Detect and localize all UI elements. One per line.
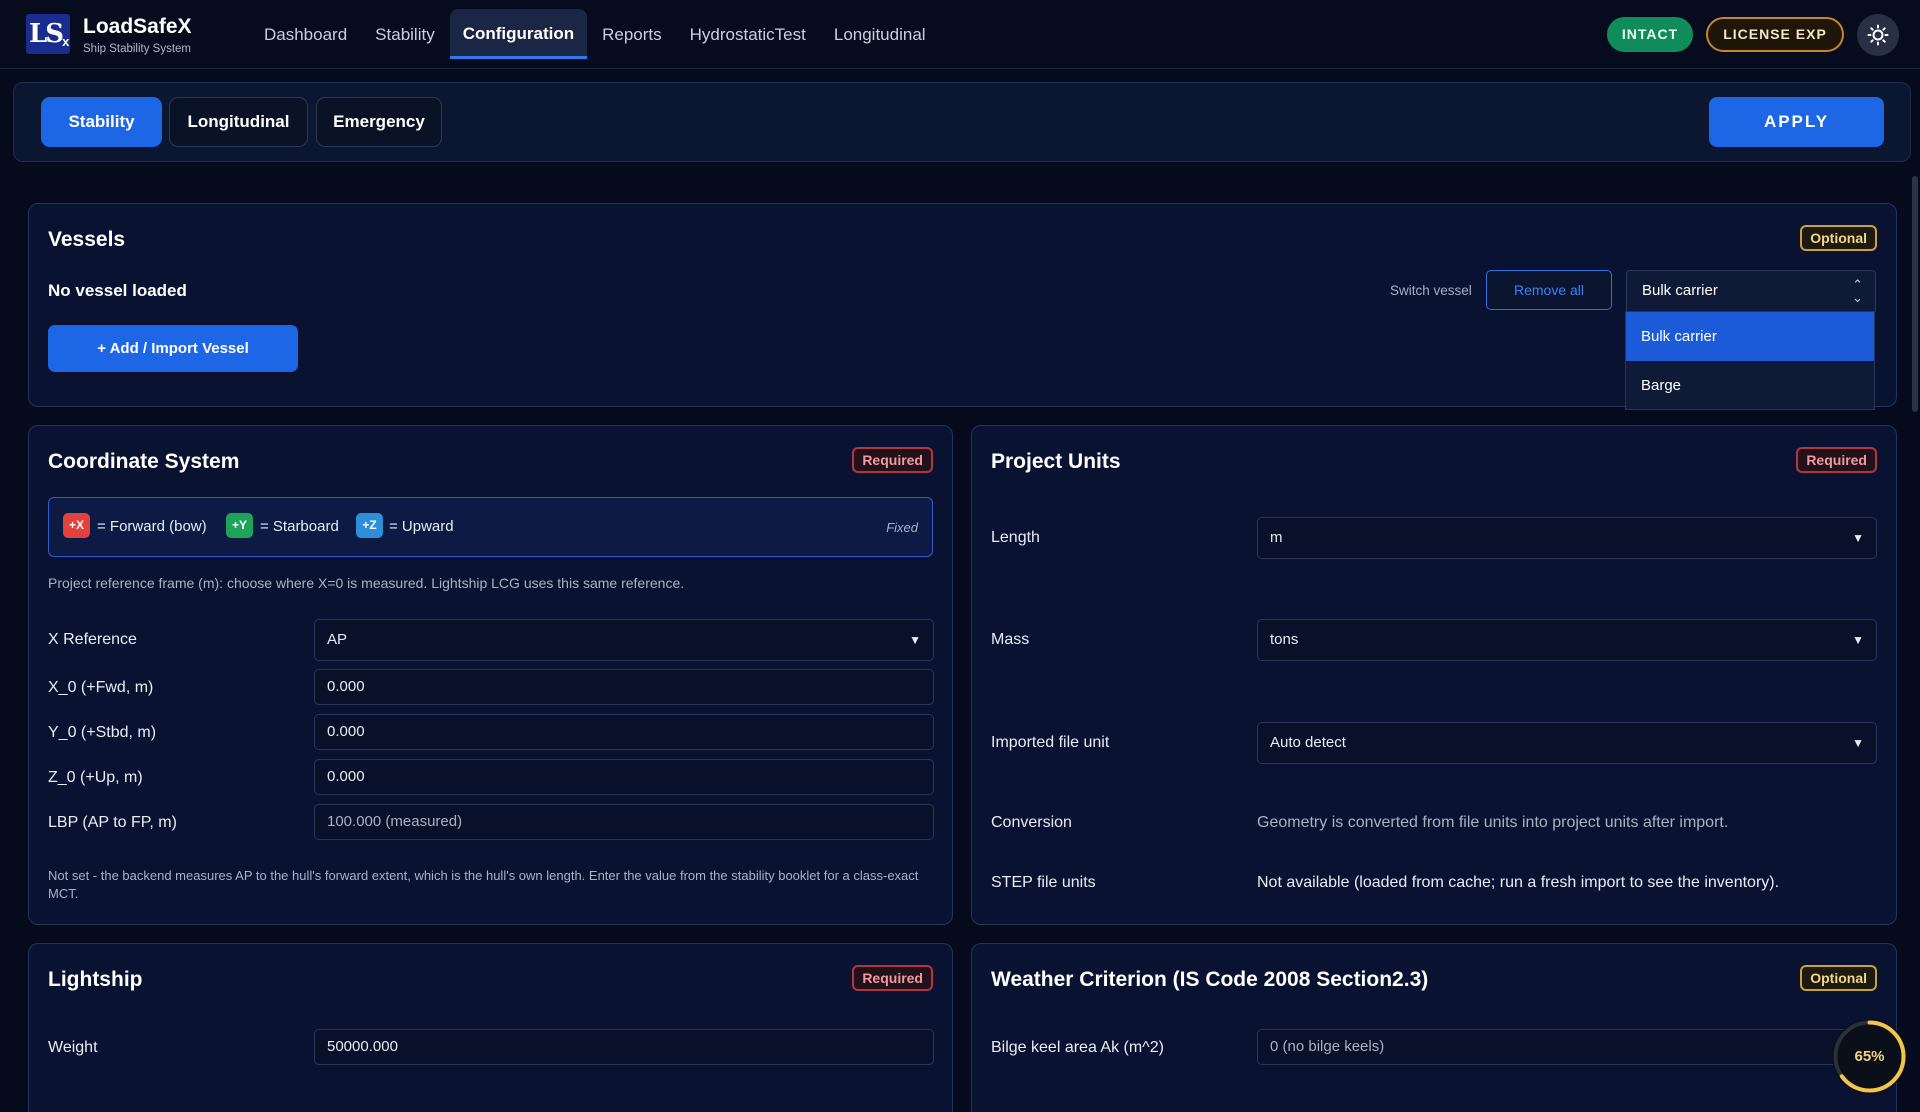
z-axis-text: = Upward bbox=[389, 518, 454, 535]
nav-hydrostatic-test[interactable]: HydrostaticTest bbox=[677, 0, 819, 69]
caret-down-icon: ▼ bbox=[1852, 633, 1864, 647]
fixed-label: Fixed bbox=[886, 520, 918, 535]
top-bar: LSx LoadSafeX Ship Stability System Dash… bbox=[0, 0, 1920, 69]
lightship-title: Lightship bbox=[48, 968, 143, 991]
nav-configuration[interactable]: Configuration bbox=[449, 9, 588, 59]
add-import-vessel-button[interactable]: + Add / Import Vessel bbox=[48, 325, 298, 372]
lightship-card: Lightship Required Weight 50000.000 bbox=[28, 943, 953, 1112]
bilge-keel-input[interactable]: 0 (no bilge keels) bbox=[1257, 1029, 1877, 1065]
coordinate-system-card: Coordinate System Required +X = Forward … bbox=[28, 425, 953, 925]
nav-stability[interactable]: Stability bbox=[362, 0, 448, 69]
step-file-units-value: Not available (loaded from cache; run a … bbox=[1257, 874, 1780, 891]
length-value: m bbox=[1270, 529, 1283, 546]
weight-label: Weight bbox=[48, 1039, 98, 1056]
main-nav: Dashboard Stability Configuration Report… bbox=[250, 0, 940, 69]
config-tab-bar: Stability Longitudinal Emergency APPLY bbox=[13, 82, 1911, 162]
app-subtitle: Ship Stability System bbox=[83, 43, 192, 55]
remove-all-button[interactable]: Remove all bbox=[1486, 270, 1612, 310]
z0-input[interactable]: 0.000 bbox=[314, 759, 934, 795]
mass-select[interactable]: tons ▼ bbox=[1257, 619, 1877, 661]
app-name: LoadSafeX bbox=[83, 15, 192, 38]
sun-icon bbox=[1867, 24, 1889, 46]
length-select[interactable]: m ▼ bbox=[1257, 517, 1877, 559]
tab-stability[interactable]: Stability bbox=[41, 97, 162, 147]
axis-legend: +X = Forward (bow) +Y = Starboard +Z = U… bbox=[48, 497, 933, 557]
imported-file-unit-value: Auto detect bbox=[1270, 734, 1346, 751]
y-axis-chip: +Y bbox=[226, 513, 253, 538]
coordinate-system-title: Coordinate System bbox=[48, 450, 240, 473]
vessel-select-value: Bulk carrier bbox=[1642, 282, 1718, 299]
theme-toggle-button[interactable] bbox=[1857, 14, 1899, 56]
length-label: Length bbox=[991, 529, 1040, 546]
progress-label: 65% bbox=[1854, 1048, 1885, 1065]
x0-input[interactable]: 0.000 bbox=[314, 669, 934, 705]
page-scrollbar[interactable] bbox=[1912, 176, 1918, 412]
lbp-footnote: Not set - the backend measures AP to the… bbox=[48, 868, 919, 901]
y-axis-text: = Starboard bbox=[260, 518, 339, 535]
z-axis-chip: +Z bbox=[356, 513, 383, 538]
switch-vessel-label: Switch vessel bbox=[1390, 283, 1472, 298]
lbp-label: LBP (AP to FP, m) bbox=[48, 814, 177, 831]
x-reference-label: X Reference bbox=[48, 631, 137, 648]
vessels-title: Vessels bbox=[48, 228, 126, 251]
tab-emergency[interactable]: Emergency bbox=[316, 97, 442, 147]
weight-input[interactable]: 50000.000 bbox=[314, 1029, 934, 1065]
vessels-card: Vessels Optional No vessel loaded + Add … bbox=[28, 203, 1897, 407]
updown-chevron-icon: ⌃ ⌄ bbox=[1852, 277, 1863, 305]
vessel-select[interactable]: Bulk carrier ⌃ ⌄ bbox=[1626, 270, 1876, 312]
required-badge: Required bbox=[852, 447, 933, 473]
x-axis-chip: +X bbox=[63, 513, 90, 538]
nav-longitudinal[interactable]: Longitudinal bbox=[821, 0, 939, 69]
bilge-keel-label: Bilge keel area Ak (m^2) bbox=[991, 1039, 1164, 1056]
y0-label: Y_0 (+Stbd, m) bbox=[48, 724, 157, 741]
app-logo[interactable]: LSx bbox=[26, 14, 70, 54]
lbp-input[interactable]: 100.000 (measured) bbox=[314, 804, 934, 840]
x-reference-select[interactable]: AP ▼ bbox=[314, 619, 934, 661]
no-vessel-text: No vessel loaded bbox=[48, 281, 187, 300]
optional-badge: Optional bbox=[1800, 225, 1877, 251]
progress-ring[interactable]: 65% bbox=[1832, 1019, 1907, 1094]
caret-down-icon: ▼ bbox=[909, 633, 921, 647]
conversion-label: Conversion bbox=[991, 814, 1072, 831]
weather-criterion-card: Weather Criterion (IS Code 2008 Section2… bbox=[971, 943, 1897, 1112]
weather-criterion-title: Weather Criterion (IS Code 2008 Section2… bbox=[991, 968, 1429, 991]
z0-label: Z_0 (+Up, m) bbox=[48, 769, 143, 786]
vessel-option-barge[interactable]: Barge bbox=[1626, 361, 1874, 410]
nav-dashboard[interactable]: Dashboard bbox=[251, 0, 360, 69]
optional-badge: Optional bbox=[1800, 965, 1877, 991]
license-status-badge[interactable]: LICENSE EXP bbox=[1706, 17, 1844, 52]
y0-input[interactable]: 0.000 bbox=[314, 714, 934, 750]
vessel-dropdown-list: Bulk carrier Barge bbox=[1625, 311, 1875, 410]
reference-help-text: Project reference frame (m): choose wher… bbox=[48, 575, 685, 591]
mass-value: tons bbox=[1270, 631, 1299, 648]
x0-label: X_0 (+Fwd, m) bbox=[48, 679, 154, 696]
required-badge: Required bbox=[852, 965, 933, 991]
x-axis-text: = Forward (bow) bbox=[97, 518, 207, 535]
project-units-title: Project Units bbox=[991, 450, 1121, 473]
project-units-card: Project Units Required Length m ▼ Mass t… bbox=[971, 425, 1897, 925]
required-badge: Required bbox=[1796, 447, 1877, 473]
imported-file-unit-label: Imported file unit bbox=[991, 734, 1110, 751]
nav-reports[interactable]: Reports bbox=[589, 0, 675, 69]
vessel-option-bulk-carrier[interactable]: Bulk carrier bbox=[1626, 312, 1874, 361]
conversion-value: Geometry is converted from file units in… bbox=[1257, 814, 1729, 831]
caret-down-icon: ▼ bbox=[1852, 736, 1864, 750]
apply-button[interactable]: APPLY bbox=[1709, 97, 1884, 147]
imported-file-unit-select[interactable]: Auto detect ▼ bbox=[1257, 722, 1877, 764]
step-file-units-label: STEP file units bbox=[991, 874, 1096, 891]
mass-label: Mass bbox=[991, 631, 1030, 648]
x-reference-value: AP bbox=[327, 631, 348, 648]
intact-status-badge[interactable]: INTACT bbox=[1607, 17, 1693, 52]
tab-longitudinal[interactable]: Longitudinal bbox=[169, 97, 308, 147]
caret-down-icon: ▼ bbox=[1852, 531, 1864, 545]
